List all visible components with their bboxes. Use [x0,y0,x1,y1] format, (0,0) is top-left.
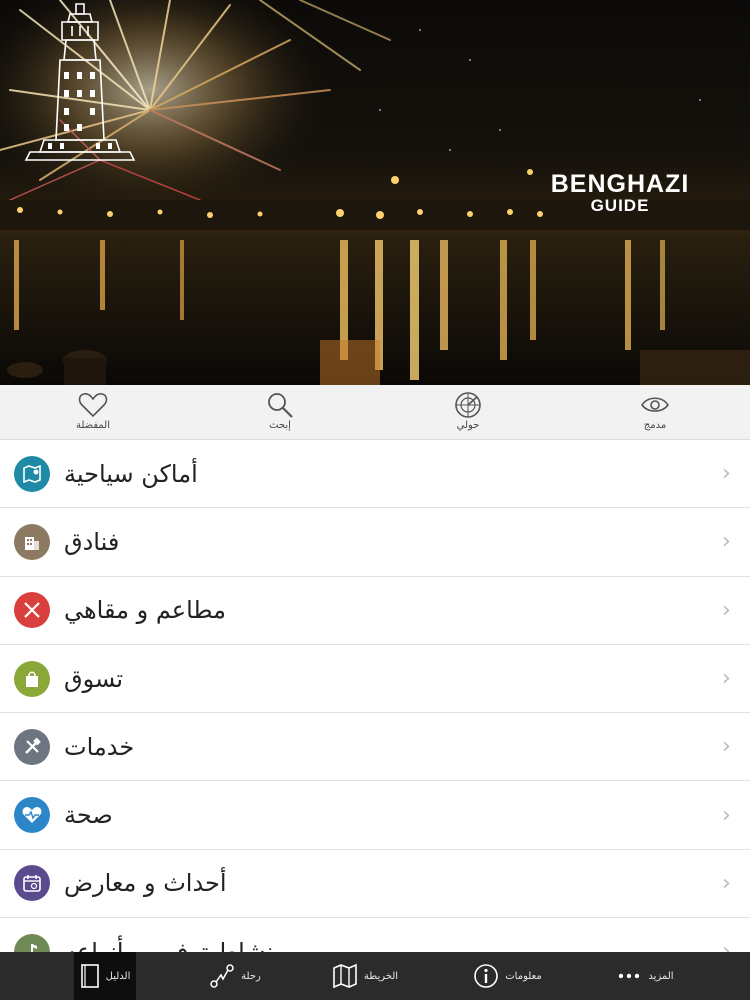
tab-guide-label: الدليل [105,970,131,982]
list-item-label: أحداث و معارض [64,869,227,898]
list-item-label: تسوق [64,664,124,693]
nearby-label: حولي [456,420,480,431]
list-item-tourist-places[interactable]: أماكن سياحية › [0,440,750,509]
list-item-hotels[interactable]: فنادق › [0,508,750,577]
map-icon [333,963,357,989]
top-toolbar: المفضلة إبحث حولي مدمج [0,385,750,440]
logo-subtitle: GUIDE [590,196,650,215]
info-icon [474,964,499,988]
logo-title: BENGHAZI [550,170,690,198]
search-label: إبحث [269,420,291,431]
list-item-label: نشاط ترفيهي بأنواعه [64,937,274,952]
cutlery-icon [14,592,50,629]
tab-map[interactable]: الخريطة [330,952,400,1000]
list-item-restaurants[interactable]: مطاعم و مقاهي › [0,577,750,645]
chevron-right-icon: › [722,461,731,487]
chevron-right-icon: › [722,802,731,828]
book-icon [80,964,99,988]
chevron-right-icon: › [722,597,731,623]
heart-icon [78,393,108,418]
music-icon [14,933,50,952]
building-icon [14,523,50,560]
tab-guide[interactable]: الدليل [74,952,136,1000]
tab-trip[interactable]: رحلة [200,952,270,1000]
bottom-tab-bar: الدليل رحلة الخريطة معلومات المزيد [0,952,750,1000]
search-button[interactable]: إبحث [235,391,325,437]
list-item-label: صحة [64,801,113,830]
nearby-button[interactable]: حولي [423,391,513,437]
tab-info-label: معلومات [505,970,542,982]
tab-more[interactable]: المزيد [610,952,680,1000]
search-icon [268,393,293,418]
list-item-label: مطاعم و مقاهي [64,596,226,625]
offline-button[interactable]: مدمج [610,391,700,437]
tools-icon [14,728,50,765]
benghazi-lighthouse-logo [24,3,136,161]
list-item-label: فنادق [64,527,120,556]
tab-map-label: الخريطة [363,970,399,982]
list-item-health[interactable]: صحة › [0,781,750,850]
map-icon [14,455,50,492]
tab-info[interactable]: معلومات [470,952,545,1000]
list-item-entertainment[interactable]: نشاط ترفيهي بأنواعه › [0,918,750,952]
route-icon [210,964,234,988]
radar-icon [455,392,481,418]
list-item-label: أماكن سياحية [64,459,198,488]
chevron-right-icon: › [722,666,731,692]
list-item-events[interactable]: أحداث و معارض › [0,850,750,919]
chevron-right-icon: › [722,734,731,760]
offline-label: مدمج [643,420,667,431]
eye-icon [641,397,669,412]
chevron-right-icon: › [722,939,731,952]
tab-trip-label: رحلة [241,970,261,982]
favorites-button[interactable]: المفضلة [48,391,138,437]
chevron-right-icon: › [722,529,731,555]
shopping-bag-icon [14,660,50,697]
hero-banner: BENGHAZI GUIDE [0,0,750,385]
list-item-label: خدمات [64,732,135,761]
more-dots-icon [619,973,640,979]
calendar-icon [14,865,50,902]
heartbeat-icon [14,797,50,834]
tab-more-label: المزيد [648,970,674,982]
chevron-right-icon: › [722,870,731,896]
category-list: أماكن سياحية › فنادق › مطاعم و مقاهي › ت… [0,440,750,952]
list-item-services[interactable]: خدمات › [0,713,750,782]
list-item-shopping[interactable]: تسوق › [0,645,750,714]
favorites-label: المفضلة [75,420,110,431]
